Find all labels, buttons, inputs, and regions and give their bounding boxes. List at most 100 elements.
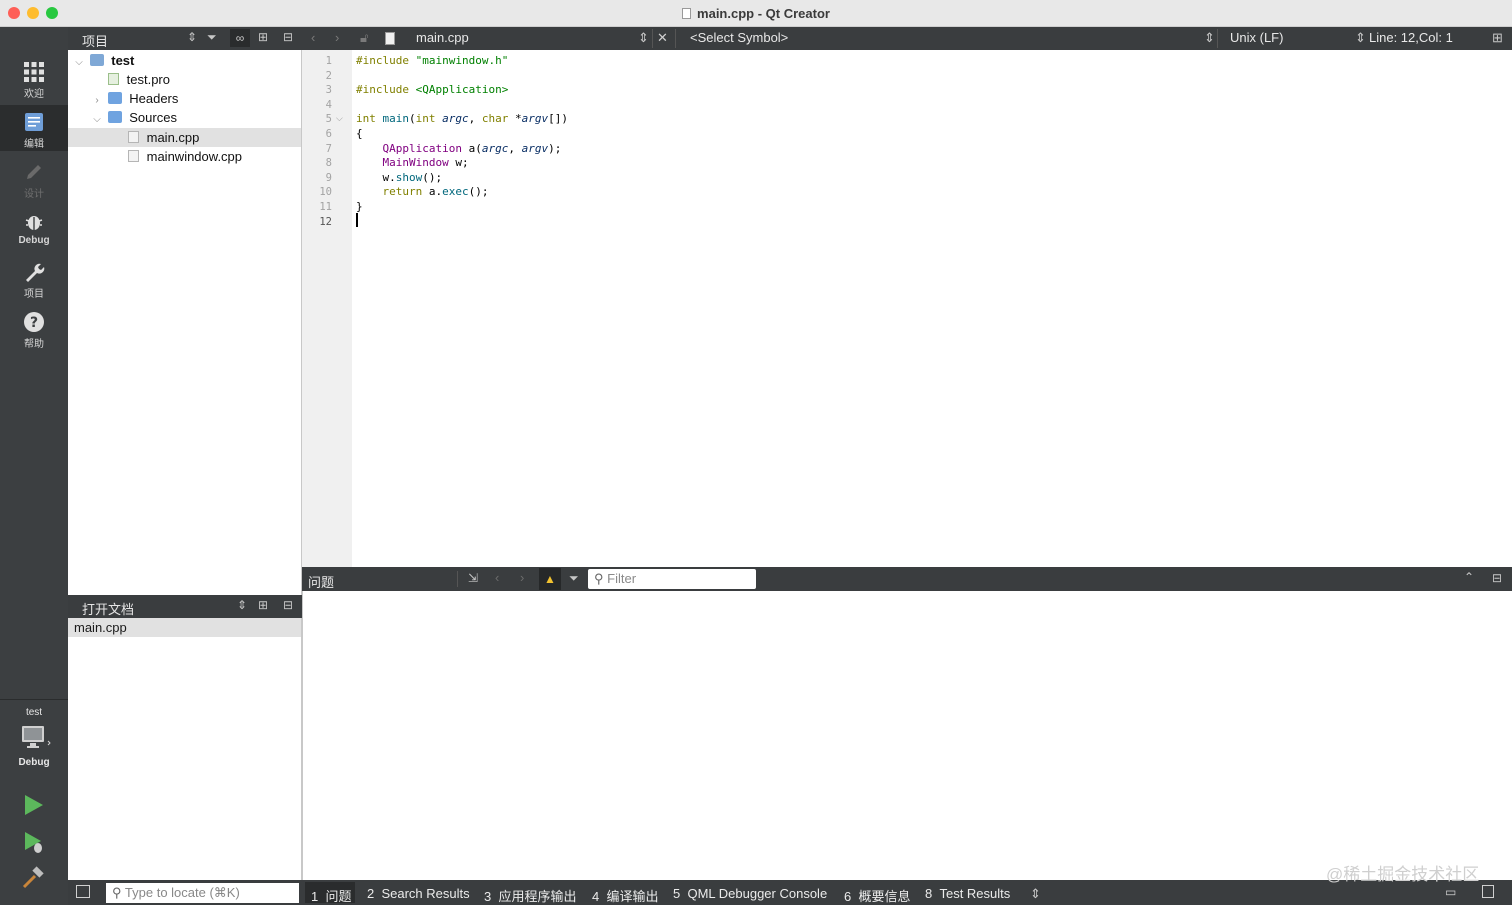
mode-design[interactable]: 设计 (0, 155, 68, 205)
code-line: int main(int argc, char *argv[]) (356, 112, 568, 126)
build-button[interactable] (22, 866, 46, 893)
svg-text:?: ? (30, 315, 38, 331)
projects-pane-title[interactable]: 项目 (82, 31, 108, 50)
projects-pane-header: 项目 ⇕ ⏷ ∞ ⊞ ⊟ (68, 27, 302, 50)
mode-label: Debug (18, 235, 50, 246)
line-number: 6 (325, 128, 332, 140)
debug-run-button[interactable] (22, 830, 46, 857)
divider (652, 29, 653, 48)
issues-pane-header: 问题 ⇲ ‹ › ⏷ ⌃ ⊟ (302, 567, 1512, 591)
divider (0, 699, 68, 700)
nav-back-icon[interactable]: ‹ (311, 30, 315, 45)
mode-debug[interactable]: Debug (0, 205, 68, 255)
pencil-icon (27, 165, 41, 179)
pane-selector-arrows-icon[interactable]: ⇕ (187, 30, 197, 44)
edit-doc-icon (25, 113, 43, 131)
line-number: 3 (325, 84, 332, 97)
text-cursor (356, 213, 358, 227)
line-number: 1 (325, 55, 332, 67)
clean-icon[interactable]: ⇲ (468, 571, 478, 585)
document-selector[interactable]: main.cpp (416, 30, 469, 45)
search-icon: ⚲ (112, 885, 122, 900)
monitor-icon (22, 726, 51, 748)
mode-projects[interactable]: 项目 (0, 255, 68, 305)
tree-item-mainwindow-cpp[interactable]: mainwindow.cpp (68, 147, 301, 166)
locator-input[interactable]: ⚲ Type to locate (⌘K) (106, 883, 299, 903)
code-line: w.show(); (382, 170, 443, 184)
output-tab-app-output[interactable]: 3 应用程序输出 (484, 886, 576, 905)
prev-issue-icon[interactable]: ‹ (495, 570, 499, 585)
tree-item-main-cpp[interactable]: main.cpp (68, 128, 301, 147)
output-tab-compile-output[interactable]: 4 编译输出 (592, 886, 658, 905)
line-ending-selector[interactable]: Unix (LF) (1230, 30, 1283, 45)
file-icon (385, 32, 395, 45)
locator-placeholder: Type to locate (⌘K) (124, 885, 240, 900)
tree-item-label: main.cpp (146, 130, 200, 145)
kit-build-config: Debug (18, 757, 50, 768)
output-tab-test-results[interactable]: 8 Test Results (925, 886, 1010, 901)
play-icon (25, 795, 43, 815)
tree-item-test-pro[interactable]: test.pro (68, 70, 301, 89)
split-icon[interactable]: ⊞ (258, 598, 268, 612)
issues-pane-title: 问题 (308, 575, 335, 590)
divider (1217, 29, 1218, 48)
mode-edit[interactable]: 编辑 (0, 105, 68, 151)
split-editor-icon[interactable]: ⊞ (1492, 30, 1503, 46)
close-document-icon[interactable]: ✕ (657, 30, 668, 46)
nav-forward-icon[interactable]: › (335, 30, 339, 45)
document-selector-arrows-icon[interactable]: ⇕ (638, 30, 649, 46)
cursor-position[interactable]: Line: 12,Col: 1 (1369, 30, 1453, 45)
mode-welcome[interactable]: 欢迎 (0, 55, 68, 105)
close-pane-icon[interactable]: ⊟ (283, 598, 293, 612)
tree-item-project-test[interactable]: ⌵ test (68, 51, 301, 70)
filter-placeholder: Filter (607, 571, 637, 586)
close-pane-icon[interactable]: ⊟ (1492, 571, 1502, 585)
code-editor[interactable]: #include "mainwindow.h" #include <QApplic… (352, 50, 1512, 567)
warning-filter-button[interactable]: ▲ (539, 568, 561, 590)
close-pane-icon[interactable]: ⊟ (283, 30, 293, 44)
split-icon[interactable]: ⊞ (258, 30, 268, 44)
search-icon: ⚲ (594, 571, 604, 586)
output-tab-general-messages[interactable]: 6 概要信息 (844, 886, 910, 905)
issues-filter-input[interactable]: ⚲ Filter (588, 569, 756, 589)
output-tab-issues[interactable]: 1 问题 (311, 886, 351, 905)
line-ending-arrows-icon[interactable]: ⇕ (1355, 30, 1366, 46)
lock-icon: 🔓︎ (360, 30, 369, 45)
hammer-icon (22, 866, 44, 889)
tree-item-label: test.pro (126, 72, 170, 87)
toggle-right-sidebar-icon[interactable] (1482, 885, 1494, 898)
kit-selector[interactable] (21, 725, 51, 754)
cpp-file-icon (128, 131, 139, 143)
mode-label: 编辑 (24, 139, 44, 150)
mode-label: 帮助 (24, 339, 44, 350)
mode-label: 欢迎 (24, 89, 44, 100)
chevron-down-icon[interactable]: ⌵ (90, 110, 104, 129)
filter-icon[interactable]: ⏷ (569, 571, 579, 586)
window-title-text: main.cpp - Qt Creator (697, 6, 830, 21)
mode-help[interactable]: ? 帮助 (0, 305, 68, 355)
run-button[interactable] (22, 793, 46, 820)
maximize-pane-icon[interactable]: ⌃ (1464, 570, 1474, 584)
fold-chevron-icon[interactable]: ⌵ (336, 113, 343, 124)
symbol-selector-arrows-icon[interactable]: ⇕ (1204, 30, 1215, 46)
tree-item-label: Headers (129, 91, 179, 106)
code-line: #include <QApplication> (356, 83, 509, 97)
symbol-selector[interactable]: <Select Symbol> (690, 30, 788, 45)
line-number: 5 (325, 113, 332, 126)
progress-details-icon[interactable]: ▭ (1445, 885, 1456, 899)
toggle-sidebar-icon[interactable] (76, 885, 90, 898)
pane-selector-arrows-icon[interactable]: ⇕ (237, 598, 247, 612)
next-issue-icon[interactable]: › (520, 570, 524, 585)
play-debug-icon (25, 832, 42, 853)
link-icon[interactable]: ∞ (230, 29, 250, 47)
output-tab-qml-debugger[interactable]: 5 QML Debugger Console (673, 886, 827, 901)
tree-item-headers[interactable]: › Headers (68, 89, 301, 108)
tree-item-sources[interactable]: ⌵ Sources (68, 108, 301, 127)
line-number: 9 (325, 171, 332, 184)
open-documents-title[interactable]: 打开文档 (82, 599, 134, 618)
filter-icon[interactable]: ⏷ (207, 30, 217, 45)
open-document-item[interactable]: main.cpp (68, 618, 301, 637)
output-tab-search-results[interactable]: 2 Search Results (367, 886, 470, 901)
editor-toolbar: ‹ › 🔓︎ main.cpp ⇕ ✕ <Select Symbol> ⇕ Un… (302, 27, 1512, 50)
more-tabs-arrows-icon[interactable]: ⇕ (1030, 886, 1041, 902)
